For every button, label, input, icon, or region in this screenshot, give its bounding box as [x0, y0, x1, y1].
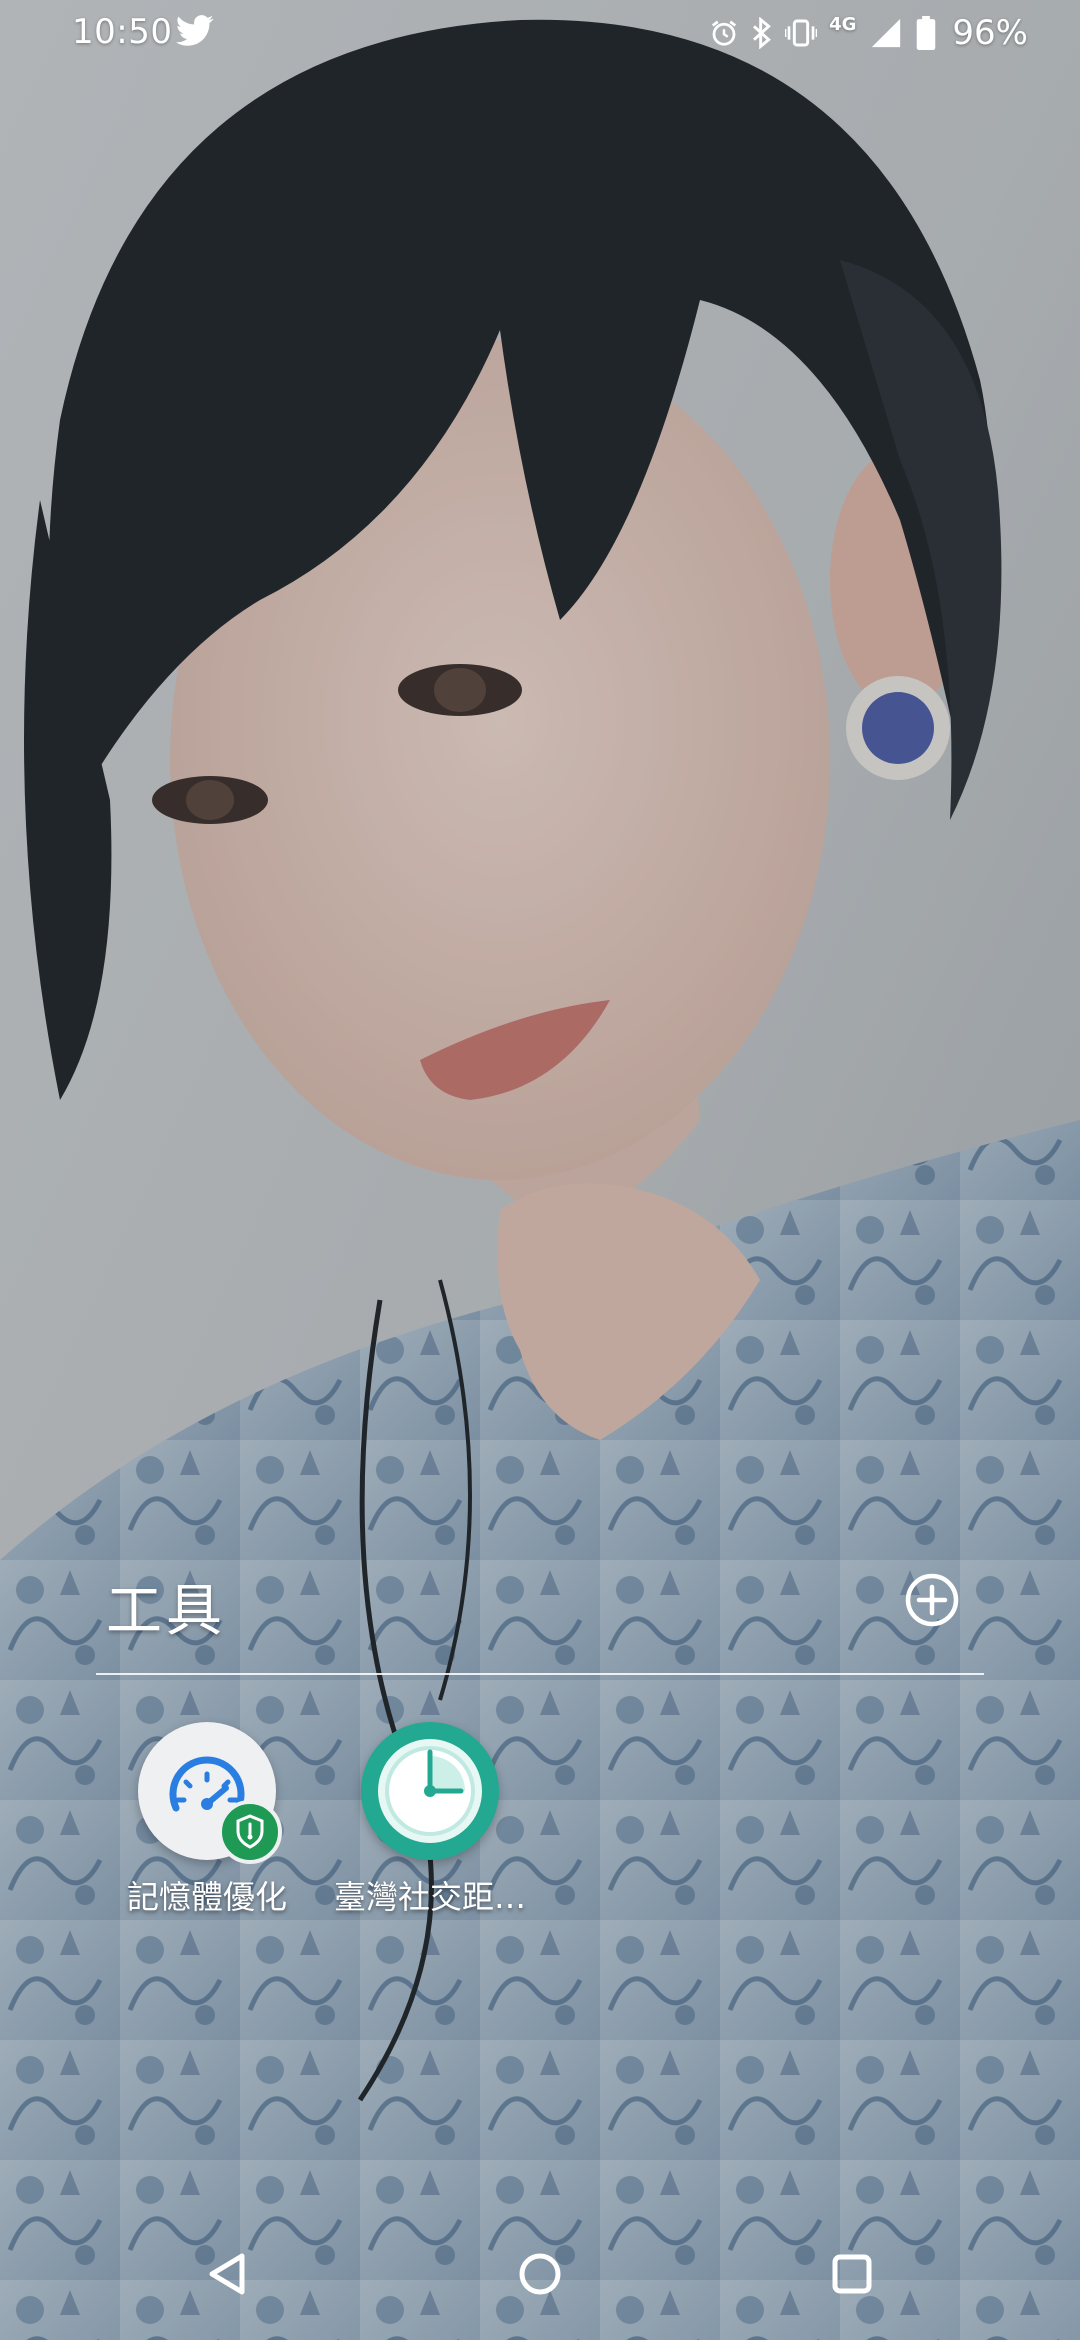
network-4g-icon: 4G	[829, 16, 856, 42]
network-type-label: 4G	[829, 14, 857, 35]
app-memory-optimizer[interactable]: 記憶體優化	[82, 1722, 332, 1918]
shield-badge-icon	[218, 1800, 282, 1864]
status-time: 10:50	[72, 12, 173, 52]
folder-divider	[96, 1673, 984, 1675]
back-triangle-icon[interactable]	[198, 2244, 258, 2304]
bluetooth-icon	[753, 17, 772, 49]
navigation-bar	[0, 2214, 1080, 2340]
app-taiwan-social-distancing[interactable]: 臺灣社交距…	[305, 1722, 555, 1918]
recents-square-icon[interactable]	[822, 2244, 882, 2304]
folder-title[interactable]: 工具	[106, 1566, 226, 1647]
vibrate-icon	[785, 19, 818, 47]
app-label-memory-optimizer: 記憶體優化	[126, 1878, 287, 1916]
battery-icon	[917, 16, 936, 50]
app-label-taiwan-social-distancing: 臺灣社交距…	[333, 1878, 526, 1916]
status-icons: 4G 96%	[709, 12, 1028, 54]
status-bar: 10:50 4G 96%	[0, 0, 1080, 66]
alarm-icon	[712, 20, 737, 46]
clock-icon	[361, 1722, 499, 1860]
add-circle-icon[interactable]	[904, 1572, 960, 1628]
home-circle-icon[interactable]	[510, 2244, 570, 2304]
battery-percent: 96%	[952, 13, 1028, 53]
twitter-icon	[176, 15, 214, 46]
speedometer-shield-icon	[138, 1722, 282, 1864]
home-screen: 10:50 4G 96% 工具 記憶體優化 臺灣社交距…	[0, 0, 1080, 2340]
signal-icon	[872, 18, 901, 48]
wallpaper-dim-overlay	[0, 0, 1080, 2340]
